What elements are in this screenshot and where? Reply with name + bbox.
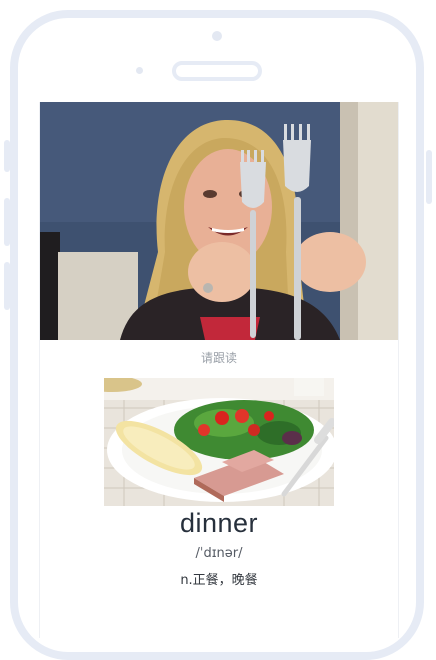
proximity-sensor [136,67,143,74]
phone-volume-down-button [4,262,10,310]
word-meaning: n.正餐，晚餐 [180,573,258,588]
phonetic-transcription: /ˈdɪnər/ [195,546,243,561]
vocabulary-word: dinner [179,508,259,538]
dinner-picture [104,378,334,506]
phone-power-button [426,150,432,204]
phone-side-button [4,140,10,172]
app-screen: 请跟读 dinner /ˈdɪnər/ n.正餐，晚餐 [39,102,399,638]
teacher-video-frame [40,102,398,340]
teacher-video[interactable] [40,102,398,340]
front-camera [212,31,222,41]
phone-volume-up-button [4,198,10,246]
earpiece-speaker [172,61,262,81]
follow-read-prompt: 请跟读 [200,351,237,365]
dinner-plate-illustration [104,378,334,506]
